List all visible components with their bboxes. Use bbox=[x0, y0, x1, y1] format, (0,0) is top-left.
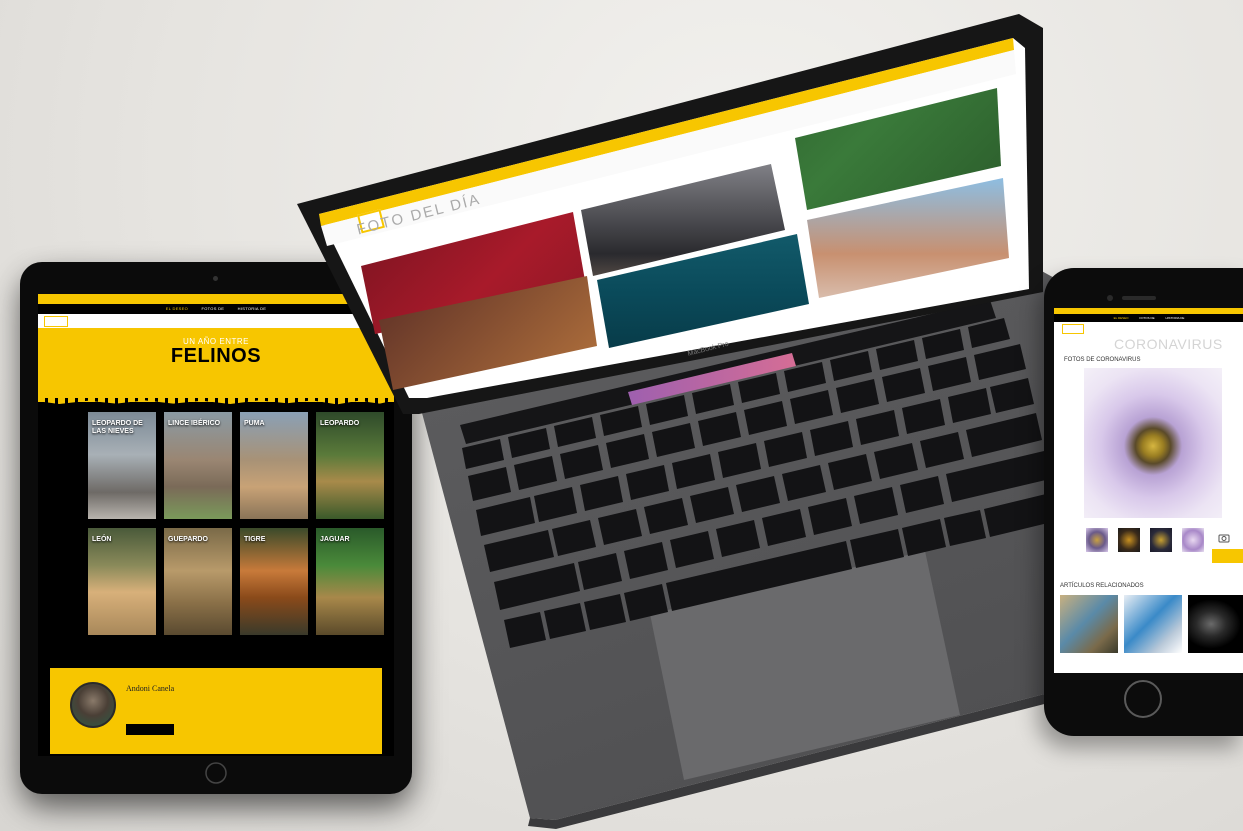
phone-nav-link[interactable]: HISTORIA DE bbox=[1165, 316, 1184, 320]
related-article-image[interactable] bbox=[1060, 595, 1118, 653]
phone-section-heading: FOTOS DE CORONAVIRUS bbox=[1064, 357, 1141, 363]
photo-count-badge[interactable] bbox=[1212, 549, 1243, 563]
laptop-lid: FOTO DEL DÍA MacBook Pro bbox=[297, 14, 1043, 414]
phone-home-button[interactable] bbox=[1124, 680, 1162, 718]
phone-nav-link[interactable]: EL DESEO bbox=[1114, 316, 1129, 320]
phone-category-title: CORONAVIRUS bbox=[1114, 336, 1223, 352]
thumbnail[interactable] bbox=[1182, 528, 1204, 552]
thumbnail[interactable] bbox=[1150, 528, 1172, 552]
thumbnail[interactable] bbox=[1118, 528, 1140, 552]
thumbnail[interactable] bbox=[1086, 528, 1108, 552]
natgeo-logo[interactable] bbox=[1062, 324, 1084, 335]
related-article-image[interactable] bbox=[1124, 595, 1182, 653]
phone-nav-link[interactable]: FOTOS DE bbox=[1139, 316, 1154, 320]
phone-front-camera bbox=[1107, 295, 1113, 301]
phone-speaker bbox=[1122, 296, 1156, 300]
phone-top-nav: EL DESEO FOTOS DE HISTORIA DE bbox=[1054, 314, 1243, 322]
related-articles-heading: ARTÍCULOS RELACIONADOS bbox=[1060, 583, 1144, 589]
coronavirus-main-photo[interactable] bbox=[1084, 368, 1222, 518]
camera-icon[interactable] bbox=[1218, 532, 1230, 544]
related-article-image[interactable] bbox=[1188, 595, 1243, 653]
phone-device: EL DESEO FOTOS DE HISTORIA DE CORONAVIRU… bbox=[1044, 268, 1243, 736]
phone-screen: EL DESEO FOTOS DE HISTORIA DE CORONAVIRU… bbox=[1054, 308, 1243, 673]
phone-main-menu bbox=[1054, 322, 1243, 336]
